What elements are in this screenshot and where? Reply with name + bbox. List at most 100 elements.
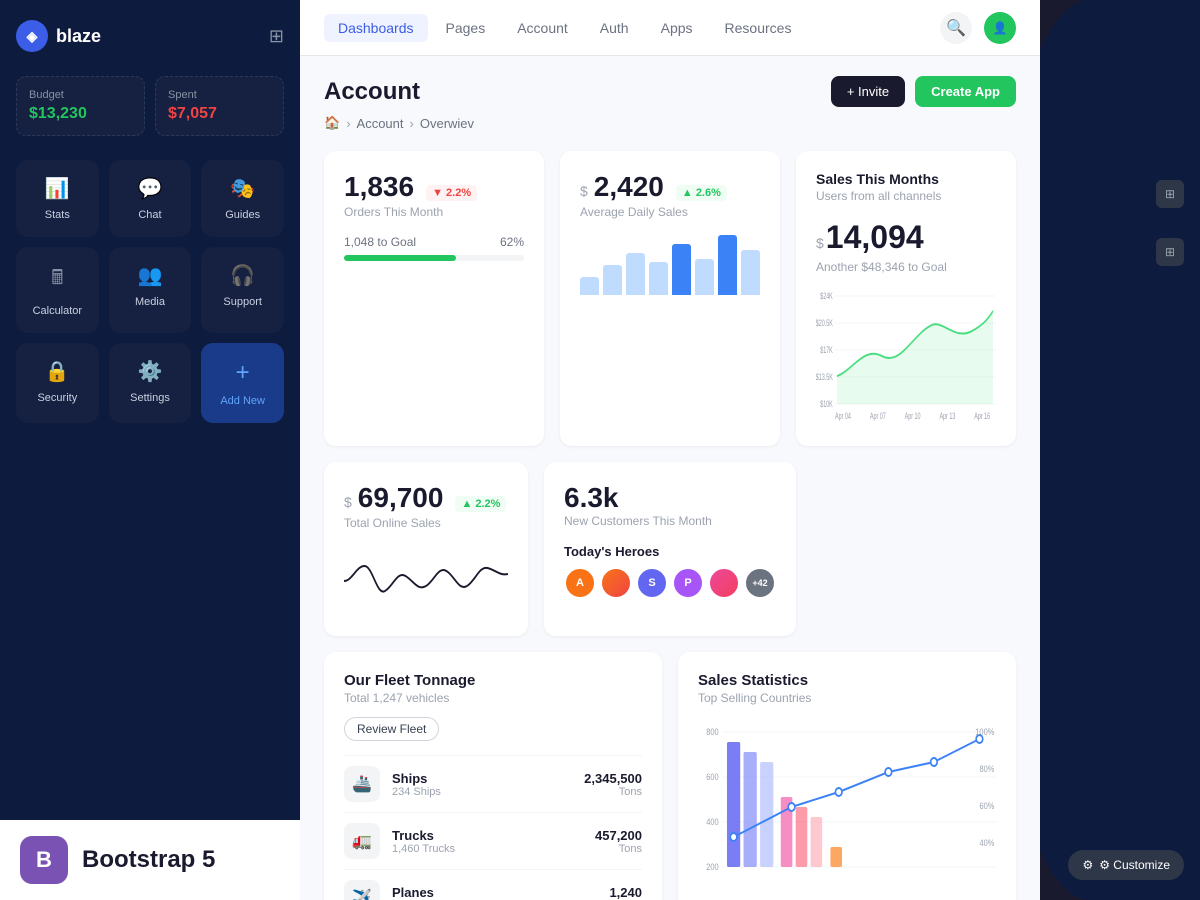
planes-info: Planes 8 Aircrafts <box>392 885 597 900</box>
breadcrumb: 🏠 › Account › Overwiev <box>324 115 1016 131</box>
chat-icon: 💬 <box>138 176 163 201</box>
nav-tabs: Dashboards Pages Account Auth Apps Resou… <box>324 14 805 42</box>
ships-unit: Tons <box>584 786 642 798</box>
svg-text:Apr 13: Apr 13 <box>939 411 955 422</box>
budget-value: $13,230 <box>29 105 132 123</box>
bootstrap-letter: B <box>36 847 52 873</box>
new-customers-label: New Customers This Month <box>564 514 776 528</box>
sales-stats-title: Sales Statistics <box>698 672 996 689</box>
new-customers-value: 6.3k <box>564 482 619 513</box>
online-sales-change: ▲ 2.2% <box>455 496 506 512</box>
sidebar-item-chat[interactable]: 💬 Chat <box>109 160 192 237</box>
media-label: Media <box>135 296 165 308</box>
stats-row-1: 1,836 ▼ 2.2% Orders This Month 1,048 to … <box>324 151 1016 446</box>
sidebar-item-settings[interactable]: ⚙️ Settings <box>109 343 192 423</box>
orders-value: 1,836 <box>344 171 414 203</box>
svg-text:40%: 40% <box>979 838 994 848</box>
sidebar-item-calculator[interactable]: 🖩 Calculator <box>16 247 99 333</box>
invite-button[interactable]: + Invite <box>831 76 905 107</box>
sidebar-menu-icon[interactable]: ⊞ <box>269 26 284 47</box>
settings-icon: ⚙️ <box>138 359 163 384</box>
create-app-button[interactable]: Create App <box>915 76 1016 107</box>
svg-text:$20.5K: $20.5K <box>816 318 833 329</box>
heroes-avatars: A S P +42 <box>564 567 776 599</box>
tab-apps[interactable]: Apps <box>647 14 707 42</box>
ships-num: 2,345,500 <box>584 771 642 786</box>
search-button[interactable]: 🔍 <box>940 12 972 44</box>
orders-change: ▼ 2.2% <box>426 185 477 201</box>
guides-label: Guides <box>225 209 260 221</box>
hero-avatar-more: +42 <box>744 567 776 599</box>
breadcrumb-account[interactable]: Account <box>357 116 404 131</box>
breadcrumb-sep1: › <box>346 116 350 131</box>
daily-sales-value: 2,420 <box>594 171 664 203</box>
online-sales-card: $ 69,700 ▲ 2.2% Total Online Sales <box>324 462 528 636</box>
spent-value: $7,057 <box>168 105 271 123</box>
page-header-actions: + Invite Create App <box>831 76 1016 107</box>
right-panel-curve <box>1040 0 1200 900</box>
svg-text:Apr 10: Apr 10 <box>905 411 921 422</box>
ships-icon: 🚢 <box>344 766 380 802</box>
sales-stats-chart: 800 600 400 200 <box>698 717 996 897</box>
trucks-value: 457,200 Tons <box>595 828 642 855</box>
tab-account[interactable]: Account <box>503 14 582 42</box>
orders-label: Orders This Month <box>344 205 524 219</box>
right-icon-1[interactable]: ⊞ <box>1156 180 1184 208</box>
user-avatar[interactable]: 👤 <box>984 12 1016 44</box>
sidebar-item-security[interactable]: 🔒 Security <box>16 343 99 423</box>
fleet-sub: Total 1,247 vehicles <box>344 691 642 705</box>
sales-stats-card: Sales Statistics Top Selling Countries 8… <box>678 652 1016 900</box>
svg-text:400: 400 <box>706 817 719 827</box>
logo-text: blaze <box>56 26 101 47</box>
sidebar-item-add-new[interactable]: + Add New <box>201 343 284 423</box>
sidebar-item-support[interactable]: 🎧 Support <box>201 247 284 333</box>
bar6 <box>695 259 714 295</box>
logo: ◈ blaze <box>16 20 101 52</box>
review-fleet-button[interactable]: Review Fleet <box>344 717 439 741</box>
svg-text:100%: 100% <box>975 727 995 737</box>
tab-pages[interactable]: Pages <box>432 14 500 42</box>
budget-card: Budget $13,230 <box>16 76 145 136</box>
budget-label: Budget <box>29 89 132 101</box>
support-label: Support <box>223 296 262 308</box>
customize-button[interactable]: ⚙ ⚙ Customize <box>1068 850 1184 880</box>
online-sales-label: Total Online Sales <box>344 516 508 530</box>
heroes-section: Today's Heroes A S P +42 <box>564 544 776 599</box>
customize-label: ⚙ Customize <box>1099 858 1170 872</box>
svg-text:$13.5K: $13.5K <box>816 372 833 383</box>
add-new-label: Add New <box>220 395 265 407</box>
trucks-info: Trucks 1,460 Trucks <box>392 828 583 855</box>
security-icon: 🔒 <box>45 359 70 384</box>
create-app-label: Create App <box>931 84 1000 99</box>
chat-label: Chat <box>138 209 161 221</box>
sales-month-value: 14,094 <box>826 219 924 256</box>
progress-bar-bg <box>344 255 524 261</box>
fleet-row-planes: ✈️ Planes 8 Aircrafts 1,240 Tons <box>344 869 642 900</box>
orders-card: 1,836 ▼ 2.2% Orders This Month 1,048 to … <box>324 151 544 446</box>
ships-info: Ships 234 Ships <box>392 771 572 798</box>
security-label: Security <box>37 392 77 404</box>
breadcrumb-home[interactable]: 🏠 <box>324 115 340 131</box>
page-title: Account <box>324 78 420 106</box>
svg-text:200: 200 <box>706 862 719 872</box>
ships-value: 2,345,500 Tons <box>584 771 642 798</box>
tab-auth[interactable]: Auth <box>586 14 643 42</box>
top-nav-right: 🔍 👤 <box>940 12 1016 44</box>
bar5 <box>672 244 691 295</box>
right-icon-2[interactable]: ⊞ <box>1156 238 1184 266</box>
tab-resources[interactable]: Resources <box>711 14 806 42</box>
sidebar: ◈ blaze ⊞ Budget $13,230 Spent $7,057 📊 … <box>0 0 300 900</box>
stats-row-2: $ 69,700 ▲ 2.2% Total Online Sales 6.3k … <box>324 462 1016 636</box>
guides-icon: 🎭 <box>230 176 255 201</box>
sidebar-item-media[interactable]: 👥 Media <box>109 247 192 333</box>
online-sales-value: 69,700 <box>358 482 444 514</box>
sidebar-item-guides[interactable]: 🎭 Guides <box>201 160 284 237</box>
sidebar-item-stats[interactable]: 📊 Stats <box>16 160 99 237</box>
trucks-count: 1,460 Trucks <box>392 843 583 855</box>
svg-text:800: 800 <box>706 727 719 737</box>
svg-text:$17K: $17K <box>820 345 833 356</box>
calculator-icon: 🖩 <box>51 263 63 297</box>
goal-pct: 62% <box>500 235 524 249</box>
tab-dashboards[interactable]: Dashboards <box>324 14 428 42</box>
trucks-unit: Tons <box>595 843 642 855</box>
